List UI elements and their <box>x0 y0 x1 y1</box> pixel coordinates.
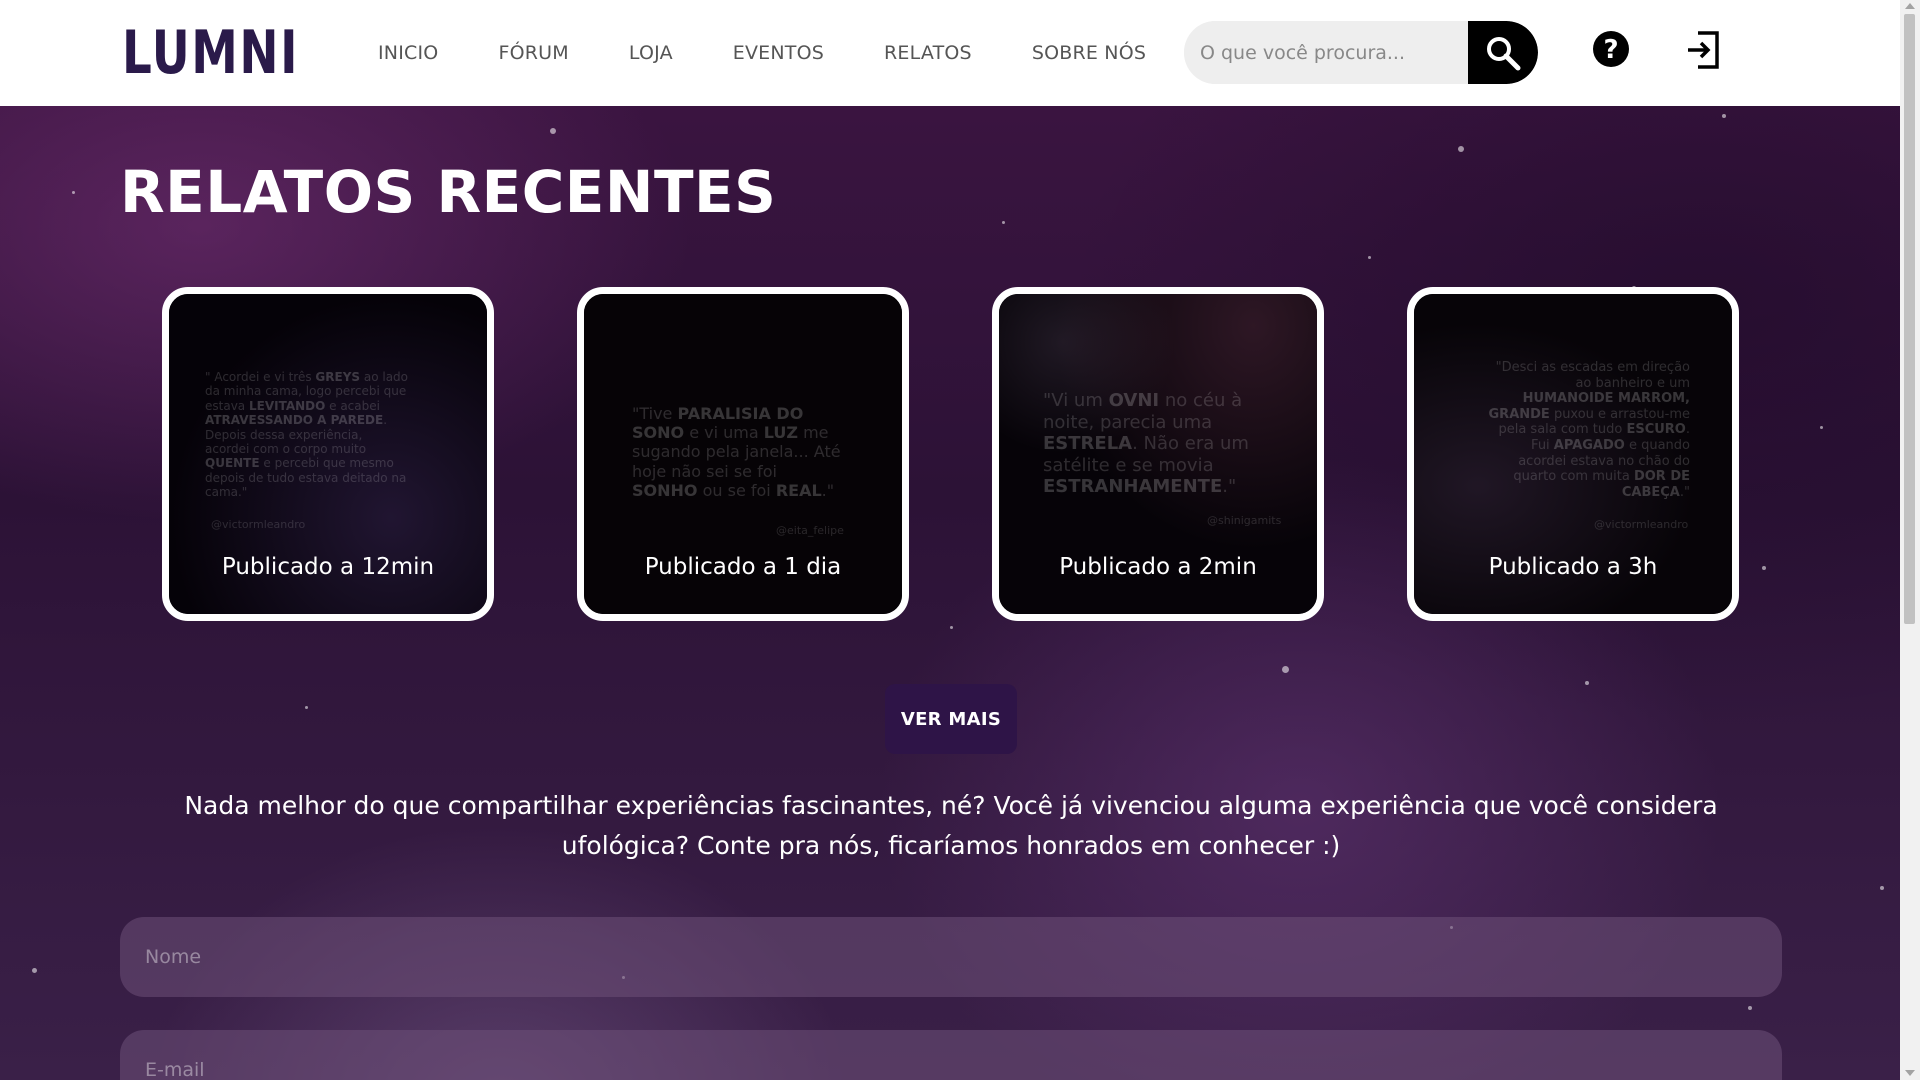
svg-text:?: ? <box>1603 35 1618 65</box>
search-button[interactable] <box>1468 21 1538 84</box>
scroll-thumb[interactable] <box>1904 14 1915 624</box>
card-publish-time: Publicado a 3h <box>1488 554 1658 580</box>
share-experience-text: Nada melhor do que compartilhar experiên… <box>184 791 1718 860</box>
card-author: @eita_felipe <box>776 524 844 537</box>
card-author: @shinigamits <box>1207 514 1282 527</box>
card-quote: "Tive PARALISIA DO SONO e vi uma LUZ me … <box>632 404 841 500</box>
card-quote: "Vi um OVNI no céu à noite, parecia uma … <box>1043 390 1249 498</box>
report-card[interactable]: "Desci as escadas em direção ao banheiro… <box>1407 287 1739 621</box>
star-dot <box>1722 114 1726 118</box>
search-bar <box>1184 21 1538 84</box>
nav-inicio[interactable]: INICIO <box>378 42 438 64</box>
card-author: @victormleandro <box>1594 518 1689 531</box>
email-field[interactable] <box>120 1030 1782 1080</box>
star-dot <box>1585 681 1589 685</box>
nav-forum[interactable]: FÓRUM <box>498 42 568 64</box>
site-header: LUMNI INICIO FÓRUM LOJA EVENTOS RELATOS … <box>0 0 1920 106</box>
recent-reports-cards: " Acordei e vi três GREYS ao lado da min… <box>162 287 1740 625</box>
card-publish-time: Publicado a 2min <box>1059 554 1257 580</box>
star-dot <box>1880 886 1884 890</box>
login-icon[interactable] <box>1686 30 1720 70</box>
star-dot <box>72 191 75 194</box>
star-dot <box>1748 1006 1752 1010</box>
nav-relatos[interactable]: RELATOS <box>884 42 972 64</box>
star-dot <box>32 968 37 973</box>
star-dot <box>550 128 556 134</box>
star-dot <box>1458 146 1464 152</box>
search-input[interactable] <box>1184 21 1468 84</box>
card-publish-time: Publicado a 1 dia <box>644 554 842 580</box>
help-icon[interactable]: ? <box>1592 30 1630 68</box>
star-dot <box>305 706 308 709</box>
relatos-section: RELATOS RECENTES " Acordei e vi três GRE… <box>0 106 1900 1080</box>
card-publish-time: Publicado a 12min <box>221 554 435 580</box>
nav-loja[interactable]: LOJA <box>629 42 673 64</box>
section-title: RELATOS RECENTES <box>120 158 777 226</box>
star-dot <box>950 626 953 629</box>
search-icon <box>1487 36 1521 70</box>
report-card[interactable]: " Acordei e vi três GREYS ao lado da min… <box>162 287 494 621</box>
scroll-down-icon[interactable] <box>1905 1070 1915 1076</box>
page-scrollbar[interactable] <box>1900 0 1920 1080</box>
name-field[interactable] <box>120 917 1782 997</box>
logo-text: LUMNI <box>122 18 300 88</box>
star-dot <box>1762 566 1766 570</box>
star-dot <box>1820 426 1823 429</box>
star-dot <box>1002 221 1005 224</box>
nav-eventos[interactable]: EVENTOS <box>733 42 824 64</box>
star-dot <box>1282 666 1289 673</box>
site-logo[interactable]: LUMNI <box>120 18 330 88</box>
card-quote: "Desci as escadas em direção ao banheiro… <box>1488 360 1690 500</box>
nav-sobre-nos[interactable]: SOBRE NÓS <box>1032 42 1146 64</box>
report-card[interactable]: "Vi um OVNI no céu à noite, parecia uma … <box>992 287 1324 621</box>
report-card[interactable]: "Tive PARALISIA DO SONO e vi uma LUZ me … <box>577 287 909 621</box>
scroll-up-icon[interactable] <box>1905 3 1915 9</box>
ver-mais-button[interactable]: VER MAIS <box>885 684 1017 754</box>
star-dot <box>1368 256 1371 259</box>
main-nav: INICIO FÓRUM LOJA EVENTOS RELATOS SOBRE … <box>378 0 1206 106</box>
card-quote: " Acordei e vi três GREYS ao lado da min… <box>205 370 409 500</box>
card-author: @victormleandro <box>211 518 306 531</box>
